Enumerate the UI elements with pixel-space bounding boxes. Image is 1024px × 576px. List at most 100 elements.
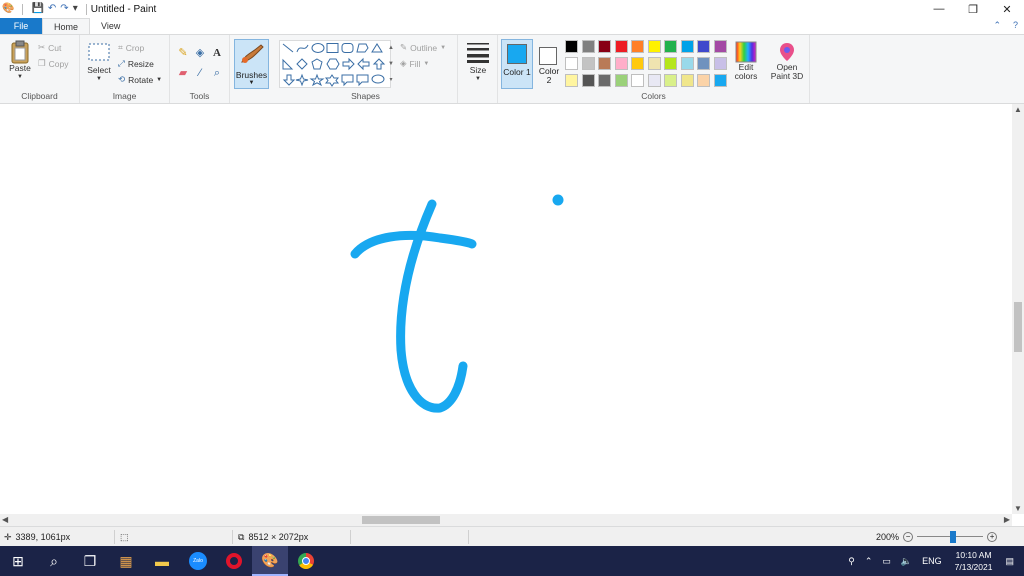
battery-icon[interactable]: ▭ <box>877 556 896 567</box>
zoom-out-icon[interactable]: − <box>903 532 914 542</box>
shapes-scroll[interactable]: ▲ ▼ ▾ <box>387 40 395 88</box>
crop-label: Crop <box>125 42 145 53</box>
canvas-drawing[interactable] <box>0 104 1012 514</box>
palette-swatch[interactable] <box>565 74 578 87</box>
edit-colors-button[interactable]: Edit colors <box>732 41 760 81</box>
palette-swatch[interactable] <box>697 40 710 53</box>
windows-start-icon[interactable]: ⊞ <box>0 546 36 576</box>
palette-swatch[interactable] <box>565 57 578 70</box>
resize-button[interactable]: ⤢ Resize <box>118 58 154 69</box>
copy-button[interactable]: ❐ Copy <box>38 58 68 69</box>
paste-button[interactable]: Paste ▼ <box>6 40 34 82</box>
palette-swatch[interactable] <box>631 57 644 70</box>
fill-button[interactable]: ◈ Fill ▼ <box>400 58 429 69</box>
palette-swatch[interactable] <box>680 40 694 53</box>
save-icon[interactable]: 💾 <box>31 4 43 14</box>
language-indicator[interactable]: ENG <box>917 556 947 566</box>
minimize-button[interactable]: — <box>922 0 956 18</box>
restore-button[interactable]: ❐ <box>956 0 990 18</box>
store-app-icon[interactable]: ▦ <box>108 546 144 576</box>
eraser-icon[interactable]: ▰ <box>176 66 190 80</box>
palette-swatch[interactable] <box>631 40 644 53</box>
palette-swatch[interactable] <box>713 57 727 70</box>
tab-view[interactable]: View <box>90 18 131 34</box>
palette-swatch[interactable] <box>664 57 677 70</box>
select-button[interactable]: Select ▼ <box>86 43 112 84</box>
zalo-app-icon[interactable]: Zalo <box>180 546 216 576</box>
open-paint3d-button[interactable]: Open Paint 3D <box>769 41 805 81</box>
text-tool-icon[interactable]: A <box>210 46 224 60</box>
palette-swatch[interactable] <box>680 74 694 87</box>
collapse-ribbon-icon[interactable]: ⌃ <box>993 20 1001 31</box>
task-view-icon[interactable]: ❐ <box>72 546 108 576</box>
palette-swatch[interactable] <box>631 74 644 87</box>
show-hidden-icons-icon[interactable]: ⌃ <box>860 556 878 567</box>
palette-swatch[interactable] <box>598 74 611 87</box>
status-divider-4 <box>468 530 469 544</box>
vertical-scrollbar[interactable]: ▲ ▼ <box>1012 104 1024 514</box>
palette-swatch[interactable] <box>713 74 727 87</box>
scroll-left-arrow-icon[interactable]: ◀ <box>2 515 8 524</box>
palette-swatch[interactable] <box>647 74 661 87</box>
outline-button[interactable]: ✎ Outline ▼ <box>400 42 446 53</box>
image-group-label: Image <box>112 91 137 101</box>
magnifier-icon[interactable]: ⌕ <box>210 66 224 80</box>
palette-swatch[interactable] <box>697 74 710 87</box>
fill-bucket-icon[interactable]: ◈ <box>193 46 207 60</box>
palette-swatch[interactable] <box>664 74 677 87</box>
crop-button[interactable]: ⌗ Crop <box>118 42 144 53</box>
palette-swatch[interactable] <box>614 40 628 53</box>
brushes-button[interactable]: Brushes ▼ <box>234 39 269 89</box>
drawing-canvas[interactable] <box>0 104 1024 514</box>
zoom-in-icon[interactable]: + <box>987 532 998 542</box>
pencil-icon[interactable]: ✎ <box>176 46 190 60</box>
search-icon[interactable]: ⌕ <box>36 546 72 576</box>
vertical-scroll-thumb[interactable] <box>1014 302 1022 352</box>
palette-swatch[interactable] <box>664 40 677 53</box>
undo-icon[interactable]: ↶ <box>48 4 56 14</box>
redo-icon[interactable]: ↷ <box>60 4 68 14</box>
scroll-up-arrow-icon[interactable]: ▲ <box>1014 105 1022 114</box>
palette-swatch[interactable] <box>713 40 727 53</box>
scroll-right-arrow-icon[interactable]: ▶ <box>1004 515 1010 524</box>
horizontal-scrollbar[interactable]: ◀ ▶ <box>0 514 1012 526</box>
volume-icon[interactable]: 🔈 <box>896 556 917 567</box>
cut-button[interactable]: ✂ Cut <box>38 42 61 53</box>
tab-home[interactable]: Home <box>42 18 91 34</box>
horizontal-scroll-thumb[interactable] <box>362 516 440 524</box>
size-button[interactable]: Size ▼ <box>464 41 492 84</box>
tab-file[interactable]: File <box>0 18 42 34</box>
palette-swatch[interactable] <box>581 57 595 70</box>
palette-swatch[interactable] <box>697 57 710 70</box>
people-icon[interactable]: ⚲ <box>843 556 860 567</box>
zoom-slider[interactable] <box>917 531 984 543</box>
palette-swatch[interactable] <box>581 40 595 53</box>
palette-swatch[interactable] <box>614 57 628 70</box>
notifications-icon[interactable]: ▤ <box>1000 556 1024 567</box>
palette-swatch[interactable] <box>680 57 694 70</box>
paint-app-icon[interactable]: 🎨 <box>2 4 14 14</box>
palette-swatch[interactable] <box>647 57 661 70</box>
zoom-slider-thumb[interactable] <box>950 531 957 543</box>
scroll-down-arrow-icon[interactable]: ▼ <box>1014 504 1022 513</box>
color2-button[interactable]: Color 2 <box>536 39 562 89</box>
palette-swatch[interactable] <box>581 74 595 87</box>
palette-swatch[interactable] <box>647 40 661 53</box>
paint-taskbar-icon[interactable]: 🎨 <box>252 546 288 576</box>
palette-swatch[interactable] <box>614 74 628 87</box>
palette-swatch[interactable] <box>565 40 578 53</box>
palette-swatch[interactable] <box>598 57 611 70</box>
rotate-button[interactable]: ⟲ Rotate ▼ <box>118 74 162 85</box>
down-arrow-shape-icon <box>282 74 296 86</box>
clock[interactable]: 10:10 AM 7/13/2021 <box>947 549 1001 573</box>
color1-button[interactable]: Color 1 <box>501 39 533 89</box>
opera-browser-icon[interactable] <box>216 546 252 576</box>
color-picker-icon[interactable]: ⁄ <box>193 66 207 80</box>
close-button[interactable]: ✕ <box>990 0 1024 18</box>
palette-swatch[interactable] <box>598 40 611 53</box>
file-explorer-icon[interactable]: ▬ <box>144 546 180 576</box>
resize-label: Resize <box>127 58 154 69</box>
help-icon[interactable]: ? <box>1013 20 1018 31</box>
chrome-browser-icon[interactable] <box>288 546 324 576</box>
customize-quick-access-icon[interactable]: ▾ <box>73 4 78 14</box>
